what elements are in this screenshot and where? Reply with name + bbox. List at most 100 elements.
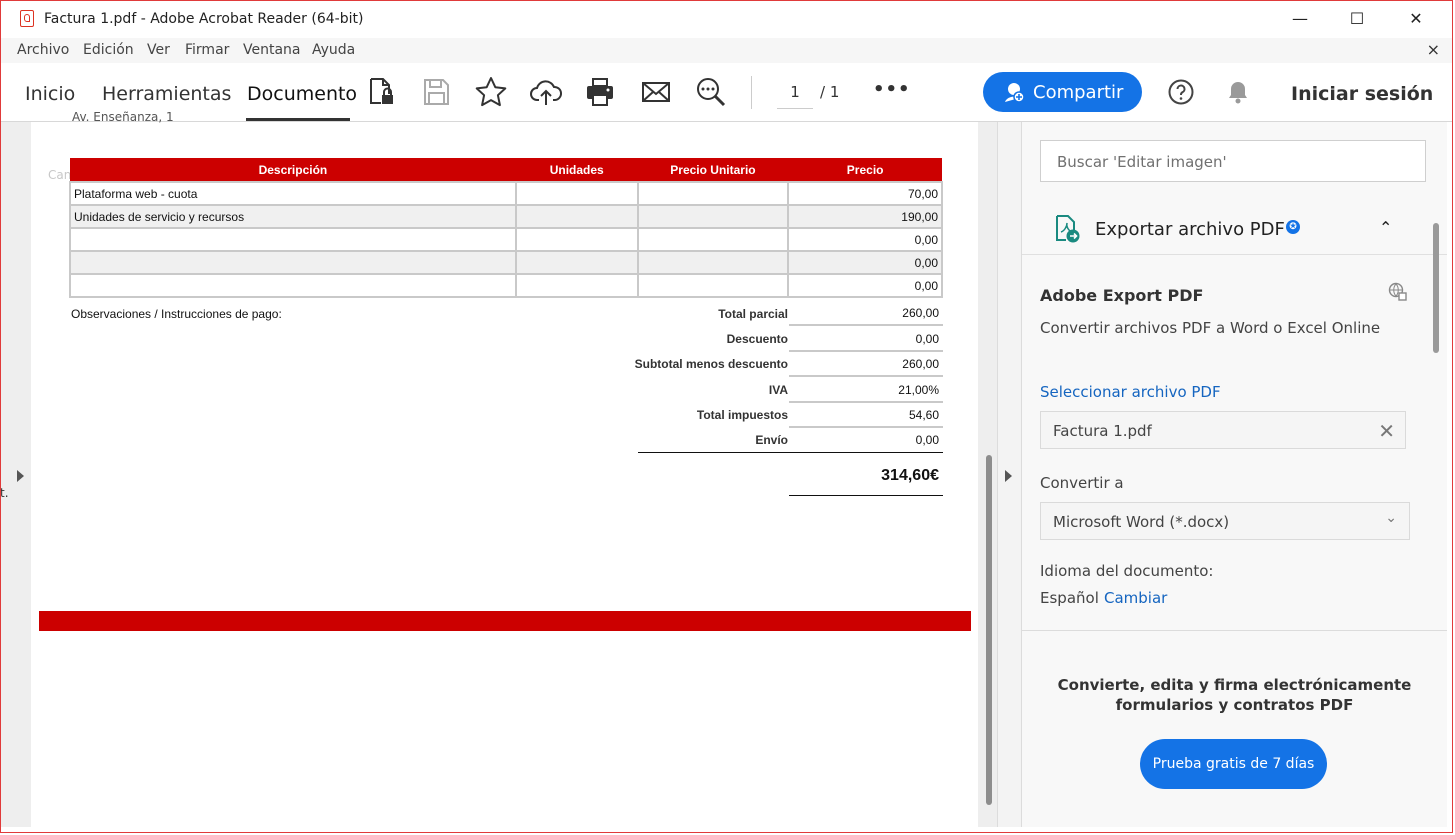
service-description: Convertir archivos PDF a Word o Excel On…: [1040, 319, 1381, 337]
document-viewer[interactable]: Av. Enseñanza, 1 Cancelar Descripción Un…: [1, 110, 997, 827]
cell-description: [69, 273, 517, 298]
export-pdf-title: Exportar archivo PDF: [1095, 219, 1285, 240]
convert-format-value: Microsoft Word (*.docx): [1053, 513, 1230, 531]
menu-bar: Archivo Edición Ver Firmar Ventana Ayuda…: [1, 38, 1452, 63]
totals-divider: [789, 324, 943, 326]
free-trial-button[interactable]: Prueba gratis de 7 días: [1140, 739, 1327, 789]
cell-price: 0,00: [787, 273, 943, 298]
table-row: 0,00: [69, 250, 943, 275]
invoice-footer-bar: [39, 611, 971, 631]
share-label: Compartir: [1033, 82, 1124, 103]
selected-file-field[interactable]: Factura 1.pdf ✕: [1040, 411, 1406, 449]
cell-unit-price: [636, 273, 790, 298]
collapse-chevron-icon[interactable]: ⌃: [1379, 218, 1392, 237]
col-header-unidades: Unidades: [515, 158, 638, 182]
save-icon[interactable]: [419, 75, 453, 109]
close-button[interactable]: ✕: [1404, 9, 1428, 29]
menu-archivo[interactable]: Archivo: [17, 42, 69, 58]
lock-file-icon[interactable]: [364, 75, 398, 109]
acrobat-app-icon: [20, 10, 34, 27]
observations-label: Observaciones / Instrucciones de pago:: [71, 307, 282, 321]
page-number-input[interactable]: 1: [777, 83, 813, 109]
more-tools-button[interactable]: •••: [873, 79, 911, 100]
tab-documento[interactable]: Documento: [247, 83, 357, 105]
cell-units: [514, 181, 639, 206]
table-row: 0,00: [69, 227, 943, 252]
envio-value: 0,00: [915, 433, 939, 447]
cell-description: [69, 250, 517, 275]
premium-badge-icon: ✪: [1286, 220, 1300, 234]
tab-inicio[interactable]: Inicio: [25, 83, 75, 105]
cloud-upload-icon[interactable]: [529, 75, 563, 109]
star-icon[interactable]: [474, 75, 508, 109]
totals-divider: [789, 426, 943, 428]
clear-file-icon[interactable]: ✕: [1378, 419, 1395, 443]
col-header-precio: Precio: [788, 158, 942, 182]
table-row: Plataforma web - cuota 70,00: [69, 181, 943, 206]
selected-file-name: Factura 1.pdf: [1053, 422, 1152, 440]
select-file-link[interactable]: Seleccionar archivo PDF: [1040, 383, 1221, 401]
cut-address-text: Av. Enseñanza, 1: [72, 110, 174, 124]
menu-ventana[interactable]: Ventana: [243, 42, 301, 58]
menu-ayuda[interactable]: Ayuda: [312, 42, 355, 58]
right-panel-toggle-icon[interactable]: [1005, 470, 1012, 482]
add-user-icon: [1005, 83, 1025, 103]
invoice-header-row: Descripción Unidades Precio Unitario Pre…: [70, 158, 942, 182]
tab-herramientas[interactable]: Herramientas: [102, 83, 231, 105]
convert-format-select[interactable]: Microsoft Word (*.docx) ⌄: [1040, 502, 1410, 540]
zoom-icon[interactable]: [694, 75, 728, 109]
descuento-value: 0,00: [915, 332, 939, 346]
left-panel-toggle-icon[interactable]: [17, 470, 24, 482]
cell-description: [69, 227, 517, 252]
right-pane-scrollbar[interactable]: [1433, 223, 1439, 353]
share-button[interactable]: Compartir: [983, 72, 1142, 112]
service-title: Adobe Export PDF: [1040, 286, 1204, 305]
cell-units: [514, 273, 639, 298]
minimize-button[interactable]: —: [1288, 9, 1312, 29]
menu-close-button[interactable]: ×: [1427, 40, 1440, 59]
total-impuestos-value: 54,60: [908, 408, 939, 422]
edge-text: t.: [0, 486, 9, 500]
grand-total-top-rule: [638, 452, 943, 453]
subtotal-value: 260,00: [902, 357, 939, 371]
cell-units: [514, 204, 639, 229]
invoice-table: Descripción Unidades Precio Unitario Pre…: [69, 158, 943, 298]
grand-total-value: 314,60€: [881, 467, 939, 484]
mail-icon[interactable]: [639, 75, 673, 109]
right-pane-toggle[interactable]: [997, 122, 1021, 827]
change-language-link[interactable]: Cambiar: [1104, 589, 1167, 607]
cell-units: [514, 250, 639, 275]
cell-description: Unidades de servicio y recursos: [69, 204, 517, 229]
cell-price: 0,00: [787, 227, 943, 252]
subtotal-label: Subtotal menos descuento: [634, 357, 788, 371]
chevron-down-icon: ⌄: [1385, 510, 1397, 526]
col-header-descripcion: Descripción: [70, 158, 516, 182]
signin-button[interactable]: Iniciar sesión: [1291, 83, 1433, 105]
col-header-precio-unitario: Precio Unitario: [637, 158, 789, 182]
cell-description: Plataforma web - cuota: [69, 181, 517, 206]
cell-price: 190,00: [787, 204, 943, 229]
total-parcial-value: 260,00: [902, 306, 939, 320]
print-icon[interactable]: [583, 75, 617, 109]
promo-panel: Convierte, edita y firma electrónicament…: [1022, 631, 1447, 827]
envio-label: Envío: [755, 433, 788, 447]
cell-price: 0,00: [787, 250, 943, 275]
menu-edicion[interactable]: Edición: [83, 42, 134, 58]
totals-divider: [789, 350, 943, 352]
bell-icon[interactable]: [1225, 79, 1251, 105]
language-label: Idioma del documento:: [1040, 562, 1214, 580]
menu-firmar[interactable]: Firmar: [185, 42, 229, 58]
cell-unit-price: [636, 250, 790, 275]
tools-search-input[interactable]: Buscar 'Editar imagen': [1040, 140, 1426, 182]
cell-unit-price: [636, 181, 790, 206]
help-icon[interactable]: [1168, 79, 1194, 105]
export-pdf-header[interactable]: Exportar archivo PDF ✪ ⌃: [1022, 202, 1447, 255]
maximize-button[interactable]: ☐: [1345, 9, 1369, 29]
descuento-label: Descuento: [726, 332, 788, 346]
menu-ver[interactable]: Ver: [147, 42, 170, 58]
cloud-service-icon: [1388, 282, 1407, 301]
page-total: / 1: [820, 83, 840, 101]
cell-unit-price: [636, 204, 790, 229]
promo-text: Convierte, edita y firma electrónicament…: [1057, 676, 1412, 714]
document-scrollbar[interactable]: [986, 455, 992, 805]
